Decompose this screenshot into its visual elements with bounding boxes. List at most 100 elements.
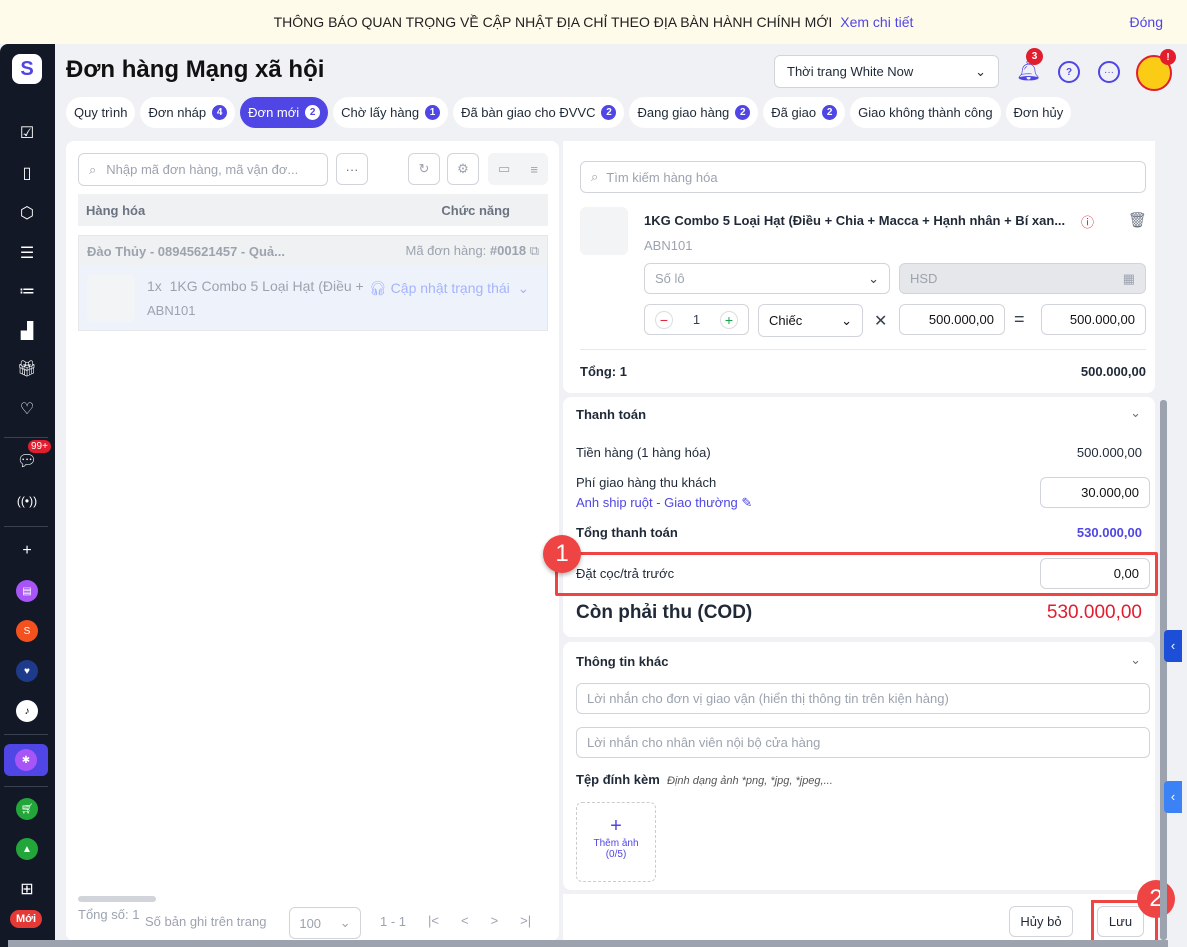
line-total-input[interactable]: 500.000,00 — [1041, 304, 1146, 335]
goods-search-input[interactable]: ⌕ Tìm kiếm hàng hóa — [580, 161, 1146, 193]
list-view-icon[interactable]: ≡ — [530, 162, 538, 177]
list-icon[interactable]: ☰ — [12, 238, 42, 268]
shipping-fee-input[interactable]: 30.000,00 — [1040, 477, 1150, 508]
page-horizontal-scrollbar[interactable] — [8, 940, 1168, 947]
minus-icon[interactable]: − — [655, 310, 673, 329]
cancel-button[interactable]: Hủy bỏ — [1009, 906, 1073, 937]
more-icon[interactable]: ··· — [1098, 61, 1120, 83]
tab-5[interactable]: Đang giao hàng 2 — [629, 97, 759, 128]
social-network-icon[interactable]: ✱ — [4, 744, 48, 776]
box-icon[interactable]: ⬡ — [12, 198, 42, 228]
prev-page-button[interactable]: < — [461, 913, 469, 928]
banner-details-link[interactable]: Xem chi tiết — [840, 14, 913, 30]
order-card[interactable]: Đào Thủy - 08945621457 - Quả... Mã đơn h… — [78, 235, 548, 331]
quantity-value: 1 — [692, 312, 701, 327]
sidebar: S ☑ ▯ ⬡ ☰ ≔ ▟ 🎁︎ ♡ 💬︎ 99+ ((•)) + ▤ S ♥ … — [0, 44, 55, 947]
document-icon[interactable]: ▯ — [12, 158, 42, 188]
horizontal-scrollbar[interactable] — [78, 896, 156, 902]
sidebar-divider — [4, 437, 48, 438]
last-page-button[interactable]: >| — [520, 913, 531, 928]
app-logo[interactable]: S — [12, 54, 42, 84]
more-options-button[interactable]: ··· — [336, 153, 368, 185]
lot-select[interactable]: Số lô ⌄ — [644, 263, 890, 294]
tab-7[interactable]: Giao không thành công — [850, 97, 1001, 128]
broadcast-icon[interactable]: ((•)) — [12, 486, 42, 516]
tiktok-shop-icon[interactable]: ♪ — [12, 696, 42, 726]
order-check-icon[interactable]: ☑ — [12, 118, 42, 148]
order-search-input[interactable]: ⌕ Nhập mã đơn hàng, mã vận đơ... — [78, 153, 328, 186]
carrier-link[interactable]: Anh ship ruột — [576, 495, 653, 510]
shop-select[interactable]: Thời trang White Now ⌄ — [774, 55, 999, 88]
gift-icon[interactable]: 🎁︎ — [12, 354, 42, 384]
order-sku: ABN101 — [147, 303, 196, 318]
deposit-input[interactable]: 0,00 — [1040, 558, 1150, 589]
copy-icon[interactable]: ⧉ — [530, 243, 539, 258]
chevron-down-icon[interactable]: ⌄ — [1130, 405, 1141, 421]
heart-icon[interactable]: ♡ — [12, 394, 42, 424]
expand-panel-button[interactable]: ‹ — [1164, 781, 1182, 813]
warning-icon[interactable]: ⓘ — [1081, 212, 1094, 231]
help-icon[interactable]: ? — [1058, 61, 1080, 83]
update-status-button[interactable]: 🎧︎ Cập nhật trạng thái ⌄ — [369, 280, 529, 297]
add-image-button[interactable]: + Thêm ảnh (0/5) — [576, 802, 656, 882]
brand-icon[interactable]: ▲ — [12, 834, 42, 864]
tab-3[interactable]: Chờ lấy hàng 1 — [333, 97, 449, 128]
tab-2[interactable]: Đơn mới 2 — [240, 97, 329, 128]
avatar-badge: ! — [1160, 49, 1176, 65]
refresh-icon[interactable]: ↻ — [408, 153, 440, 185]
chevron-down-icon[interactable]: ⌄ — [1130, 652, 1141, 668]
other-info-title: Thông tin khác — [576, 654, 669, 669]
next-page-button[interactable]: > — [491, 913, 499, 928]
collapse-panel-button[interactable]: ‹ — [1164, 630, 1182, 662]
total-count-label: Tổng số: — [78, 907, 129, 922]
tab-label: Đang giao hàng — [637, 105, 730, 120]
carrier-note-input[interactable]: Lời nhắn cho đơn vị giao vận (hiển thị t… — [576, 683, 1150, 714]
settings-icon[interactable]: ⚙ — [447, 153, 479, 185]
unit-price-input[interactable]: 500.000,00 — [899, 304, 1005, 335]
plus-icon[interactable]: + — [719, 310, 738, 329]
banner-close-button[interactable]: Đóng — [1130, 14, 1163, 30]
view-toggle[interactable]: ▭ ≡ — [488, 153, 548, 185]
chevron-down-icon: ⌄ — [339, 915, 351, 930]
search-icon: ⌕ — [89, 161, 97, 177]
unit-select[interactable]: Chiếc ⌄ — [758, 304, 863, 337]
cod-label: Còn phải thu (COD) — [576, 602, 753, 623]
trash-icon[interactable]: 🗑︎ — [1128, 211, 1147, 229]
chat-icon[interactable]: 💬︎ 99+ — [12, 440, 51, 476]
per-page-value: 100 — [299, 915, 322, 931]
headset-icon: 🎧︎ — [369, 280, 387, 296]
order-code-value: #0018 — [489, 243, 527, 258]
attachments-label: Tệp đính kèm — [576, 772, 660, 787]
add-image-label: Thêm ảnh — [593, 838, 639, 849]
announcement-banner: THÔNG BÁO QUAN TRỌNG VỀ CẬP NHẬT ĐỊA CHỈ… — [0, 0, 1187, 44]
product-sku: ABN101 — [644, 238, 693, 253]
tab-0[interactable]: Quy trình — [66, 97, 136, 128]
card-view-icon[interactable]: ▭ — [498, 161, 510, 177]
service-link[interactable]: Giao thường — [664, 495, 738, 510]
lazada-icon[interactable]: ♥ — [12, 656, 42, 686]
tab-8[interactable]: Đơn hủy — [1005, 97, 1072, 128]
first-page-button[interactable]: |< — [428, 913, 439, 928]
tab-4[interactable]: Đã bàn giao cho ĐVVC 2 — [453, 97, 625, 128]
internal-note-input[interactable]: Lời nhắn cho nhân viên nội bộ cửa hàng — [576, 727, 1150, 758]
bell-icon[interactable]: 🔔︎ 3 — [1016, 48, 1043, 83]
shopee-icon[interactable]: S — [12, 616, 42, 646]
cart-icon[interactable]: 🛒︎ — [12, 794, 42, 824]
avatar[interactable]: ! — [1136, 49, 1176, 91]
order-line: 1x 1KG Combo 5 Loại Hạt (Điều + — [147, 278, 364, 294]
total-count-value: 1 — [132, 907, 140, 922]
chart-icon[interactable]: ▟ — [12, 316, 42, 346]
expiry-date-input[interactable]: HSD ▦ — [899, 263, 1146, 294]
checklist-icon[interactable]: ≔ — [12, 276, 42, 306]
quantity-stepper[interactable]: − 1 + — [644, 304, 749, 335]
vertical-scrollbar[interactable] — [1160, 400, 1167, 940]
status-tabs: Quy trình Đơn nháp 4 Đơn mới 2 Chờ lấy hàng 1 Đ… — [66, 97, 1072, 128]
tab-label: Đơn mới — [248, 105, 300, 120]
channel-store-icon[interactable]: ▤ — [12, 576, 42, 606]
tab-1[interactable]: Đơn nháp 4 — [140, 97, 236, 128]
tab-6[interactable]: Đã giao 2 — [763, 97, 846, 128]
add-icon[interactable]: + — [12, 536, 42, 566]
per-page-select[interactable]: 100 ⌄ — [289, 907, 361, 939]
apps-icon[interactable]: ⊞ — [12, 874, 42, 904]
edit-icon[interactable]: ✎ — [741, 495, 752, 510]
